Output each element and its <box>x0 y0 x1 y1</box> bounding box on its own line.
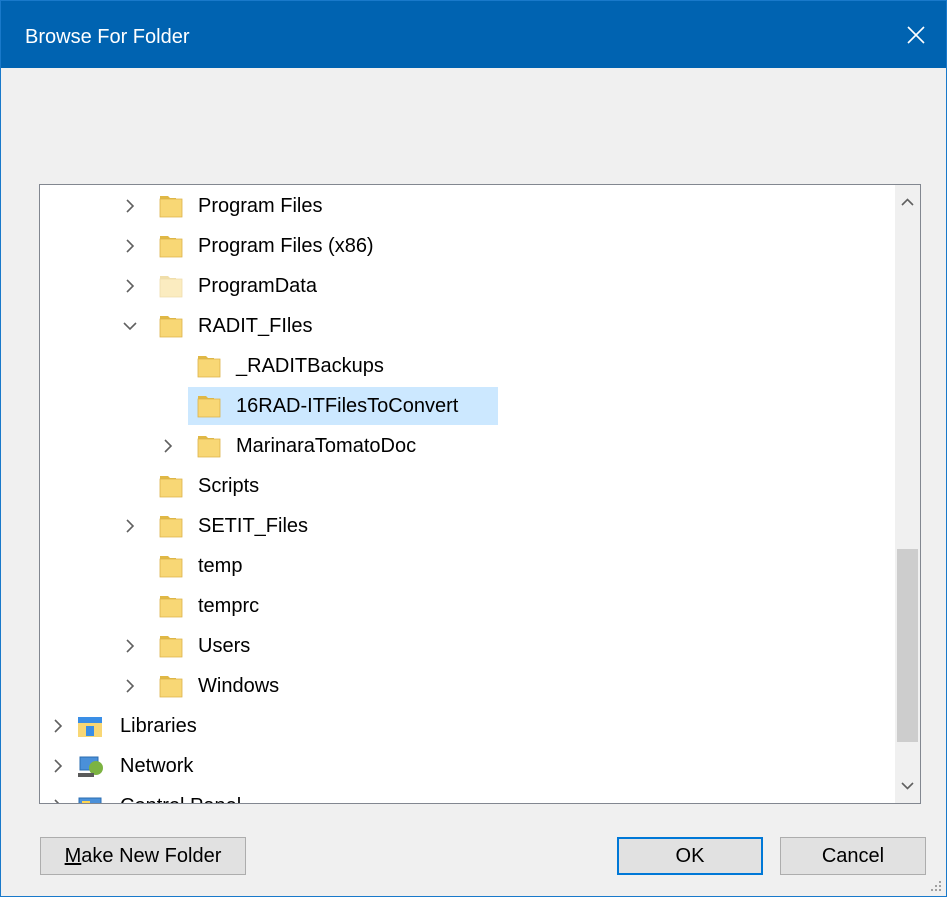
scroll-up-button[interactable] <box>895 185 920 219</box>
vertical-scrollbar[interactable] <box>895 185 920 803</box>
folder-icon <box>159 676 183 698</box>
tree-item[interactable]: RADIT_FIles <box>40 307 895 345</box>
make-new-folder-button[interactable]: Make New Folder <box>40 837 246 875</box>
chevron-right-icon[interactable] <box>158 436 178 456</box>
ok-label: OK <box>675 845 705 867</box>
tree-item[interactable]: _RADITBackups <box>40 347 895 385</box>
tree-item-label: MarinaraTomatoDoc <box>236 435 417 457</box>
control-panel-icon <box>78 797 102 803</box>
chevron-right-icon[interactable] <box>48 756 68 776</box>
folder-icon <box>159 596 183 618</box>
tree-item-label: Scripts <box>198 475 260 497</box>
chevron-right-icon[interactable] <box>120 516 140 536</box>
folder-icon <box>159 236 183 258</box>
scrollbar-thumb[interactable] <box>897 549 918 742</box>
tree-item-label: SETIT_Files <box>198 515 309 537</box>
cancel-label: Cancel <box>821 845 885 867</box>
folder-tree[interactable]: Program Files Program Files (x86) ProgramD… <box>39 184 921 804</box>
tree-item[interactable]: Program Files (x86) <box>40 227 895 265</box>
mnemonic-letter: M <box>64 845 82 867</box>
chevron-right-icon[interactable] <box>120 276 140 296</box>
folder-icon <box>197 356 221 378</box>
tree-item-label: Control Panel <box>120 794 241 803</box>
tree-item-label: Network <box>120 755 194 777</box>
tree-item[interactable]: Program Files <box>40 187 895 225</box>
cancel-button[interactable]: Cancel <box>780 837 926 875</box>
tree-item[interactable]: Network <box>40 747 895 785</box>
chevron-right-icon[interactable] <box>120 236 140 256</box>
scroll-down-button[interactable] <box>895 769 920 803</box>
tree-item[interactable]: ProgramData <box>40 267 895 305</box>
folder-icon <box>159 316 183 338</box>
libraries-icon <box>78 717 102 737</box>
tree-item-label: Program Files (x86) <box>198 235 374 257</box>
folder-tree-rows: Program Files Program Files (x86) ProgramD… <box>40 185 895 803</box>
tree-item-label: Windows <box>198 675 280 697</box>
tree-item-label: 16RAD-ITFilesToConvert <box>236 395 459 417</box>
ok-button[interactable]: OK <box>617 837 763 875</box>
chevron-right-icon[interactable] <box>48 796 68 803</box>
tree-item[interactable]: temprc <box>40 587 895 625</box>
chevron-right-icon[interactable] <box>120 196 140 216</box>
tree-item[interactable]: SETIT_Files <box>40 507 895 545</box>
tree-item-label: ProgramData <box>198 275 317 297</box>
browse-for-folder-dialog: Browse For Folder Program Files Program F… <box>0 0 947 897</box>
tree-item[interactable]: temp <box>40 547 895 585</box>
folder-icon <box>197 436 221 458</box>
folder-icon <box>159 556 183 578</box>
tree-item[interactable]: Users <box>40 627 895 665</box>
tree-item[interactable]: Control Panel <box>40 787 895 803</box>
chevron-right-icon[interactable] <box>120 676 140 696</box>
tree-item[interactable]: Scripts <box>40 467 895 505</box>
chevron-down-icon <box>901 782 914 790</box>
tree-item-label: Program Files <box>198 195 323 217</box>
make-new-folder-label: ake New Folder <box>81 845 222 867</box>
folder-icon <box>159 636 183 658</box>
folder-icon <box>159 196 183 218</box>
tree-item-label: temp <box>198 555 243 577</box>
window-title: Browse For Folder <box>25 26 190 48</box>
chevron-up-icon <box>901 198 914 206</box>
close-button[interactable] <box>886 1 946 68</box>
tree-item[interactable]: 16RAD-ITFilesToConvert <box>40 387 895 425</box>
folder-icon <box>159 516 183 538</box>
chevron-right-icon[interactable] <box>48 716 68 736</box>
chevron-down-icon[interactable] <box>120 316 140 336</box>
tree-item-label: Libraries <box>120 715 197 737</box>
tree-item[interactable]: Windows <box>40 667 895 705</box>
tree-item[interactable]: MarinaraTomatoDoc <box>40 427 895 465</box>
folder-icon <box>159 476 183 498</box>
folder-hidden-icon <box>159 276 183 298</box>
tree-item-label: Users <box>198 635 251 657</box>
title-bar[interactable]: Browse For Folder <box>1 1 946 68</box>
chevron-right-icon[interactable] <box>120 636 140 656</box>
close-icon <box>907 25 925 44</box>
tree-item-label: temprc <box>198 595 260 617</box>
resize-grip-icon[interactable] <box>930 880 942 892</box>
folder-icon <box>197 396 221 418</box>
tree-item[interactable]: Libraries <box>40 707 895 745</box>
tree-item-label: RADIT_FIles <box>198 315 313 337</box>
tree-item-label: _RADITBackups <box>236 355 384 377</box>
network-icon <box>78 756 103 777</box>
